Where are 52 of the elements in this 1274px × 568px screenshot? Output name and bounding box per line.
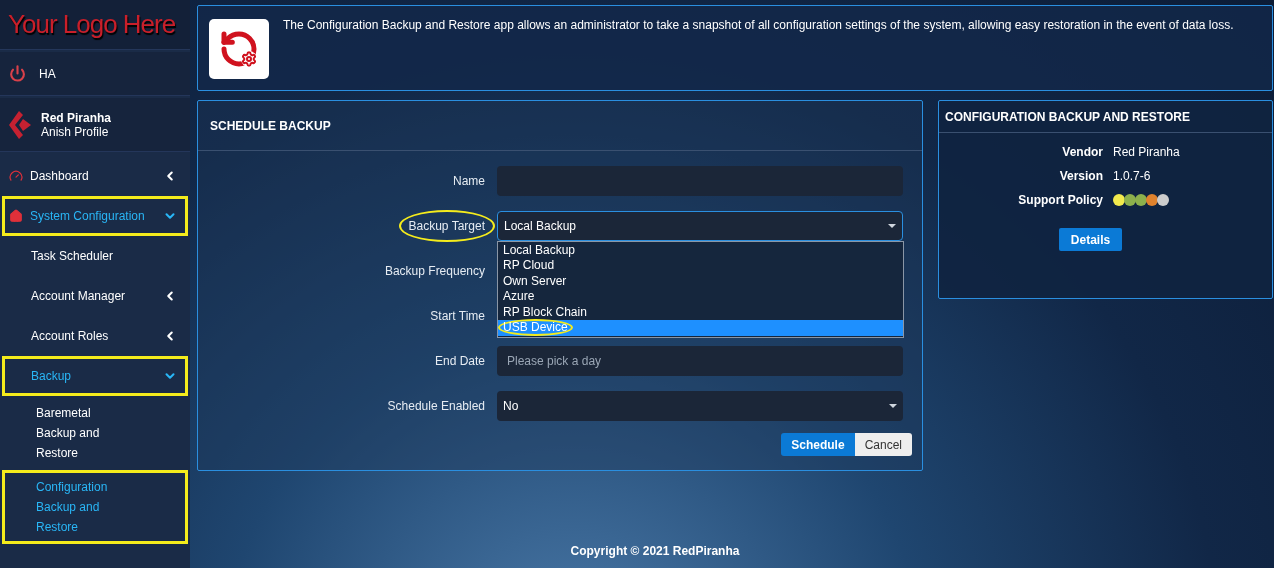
info-value: Red Piranha — [1113, 144, 1180, 161]
sidebar-item[interactable]: System Configuration — [2, 196, 188, 236]
option-text: Local Backup — [503, 243, 576, 257]
sidebar-item[interactable]: Account Manager — [2, 276, 188, 316]
field-label: End Date — [433, 352, 486, 370]
input-field[interactable] — [497, 165, 903, 196]
input-field[interactable]: Please pick a day — [497, 345, 903, 376]
sidebar-item[interactable]: Account Roles — [2, 316, 188, 356]
info-label: Version — [1059, 168, 1103, 185]
option-text: Own Server — [503, 274, 567, 288]
profile-subtitle: Anish Profile — [41, 124, 110, 139]
sidebar-item[interactable]: Task Scheduler — [2, 236, 188, 276]
sidebar-item[interactable]: Backup — [2, 356, 188, 396]
sidebar-item[interactable]: Dashboard — [2, 156, 188, 196]
field-label: Name — [452, 172, 486, 190]
card-title: SCHEDULE BACKUP — [210, 117, 331, 135]
logo-text: Your Logo Here — [8, 8, 176, 41]
option-text: RP Block Chain — [503, 305, 587, 319]
field-label: Backup Frequency — [383, 262, 486, 280]
info-label: Vendor — [1062, 144, 1103, 161]
field-label: Schedule Enabled — [386, 397, 486, 415]
cancel-button[interactable]: Cancel — [854, 433, 912, 456]
details-button[interactable]: Details — [1058, 228, 1123, 251]
copyright-text: Copyright © 2021 RedPiranha — [570, 543, 740, 560]
power-label: HA — [39, 65, 56, 83]
field-label: Backup Target — [398, 209, 495, 242]
option-text: Azure — [503, 290, 535, 304]
field-label: Start Time — [429, 307, 486, 325]
caret-icon — [889, 403, 897, 408]
home-icon — [9, 209, 23, 223]
select-field[interactable]: Local Backup — [497, 210, 903, 241]
caret-icon — [888, 223, 896, 228]
profile-name: Red Piranha — [41, 110, 112, 125]
fish-logo-icon — [9, 110, 31, 139]
sidebar-item[interactable]: Baremetal Backup and Restore — [2, 396, 188, 470]
gauge-icon — [9, 169, 23, 183]
app-description: The Configuration Backup and Restore app allows an administrator to take a snapshot of all configuration settings of the system, allowing easy restoration in the event of data loss. — [283, 17, 1234, 34]
dropdown-option[interactable]: RP Cloud — [498, 258, 903, 274]
app-icon — [209, 19, 269, 79]
option-text: USB Device — [498, 319, 573, 337]
schedule-button[interactable]: Schedule — [781, 433, 855, 456]
info-value: 1.0.7-6 — [1113, 168, 1151, 185]
select-field[interactable]: No — [497, 390, 903, 421]
dropdown-option[interactable]: RP Block Chain — [498, 304, 903, 320]
sidebar-item[interactable]: Configuration Backup and Restore — [2, 470, 188, 544]
option-text: RP Cloud — [503, 259, 555, 273]
panel-title: CONFIGURATION BACKUP AND RESTORE — [945, 108, 1190, 126]
info-label: Support Policy — [1018, 192, 1103, 209]
dropdown-option[interactable]: Azure — [498, 289, 903, 305]
dropdown-option[interactable]: Local Backup — [498, 242, 903, 258]
power-icon[interactable] — [9, 65, 26, 82]
dropdown-option[interactable]: Own Server — [498, 273, 903, 289]
